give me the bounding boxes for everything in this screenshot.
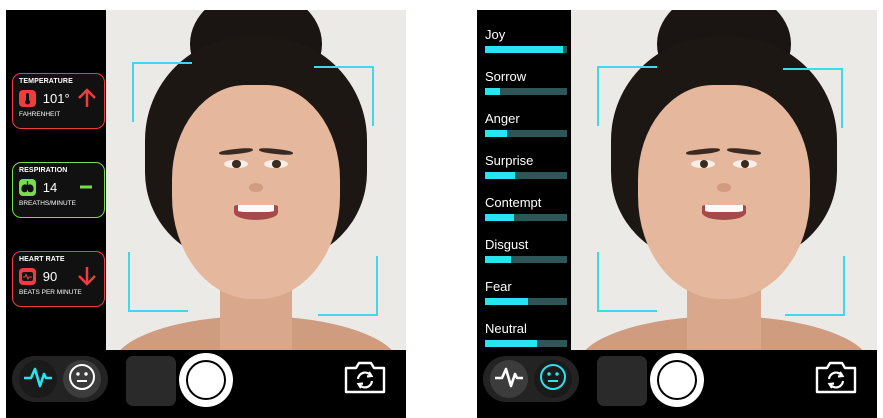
respiration-value: 14 [42,179,58,195]
emotion-bar-fill [485,298,529,305]
emotion-bar-track [485,172,567,179]
camera-preview [106,10,406,350]
heart-rate-value: 90 [42,268,58,284]
left-eyebrow [686,147,721,157]
emotion-bar-fill [485,46,563,53]
emotion-mode-button[interactable] [63,360,101,398]
respiration-unit: BREATHS/MINUTE [19,200,76,207]
heart-rate-unit: BEATS PER MINUTE [19,289,82,296]
emotion-list: Joy Sorrow Anger Surprise Contempt Disgu… [485,26,567,362]
mode-switch [12,356,108,402]
flip-camera-icon [343,359,387,400]
emotion-bar-fill [485,88,500,95]
vitals-mode-button[interactable] [19,360,57,398]
emotion-anger: Anger [485,110,567,152]
face-frame-corner-top-left [132,62,192,122]
face-frame-corner-top-left [597,66,657,126]
shutter-icon [186,360,226,400]
emotion-bar-track [485,88,567,95]
emotion-label: Surprise [485,153,534,168]
heartbeat-icon [494,366,524,393]
flip-camera-button[interactable] [342,359,388,399]
face-frame-corner-bottom-left [597,252,657,312]
emotion-joy: Joy [485,26,567,68]
face-frame-corner-top-right [783,68,843,128]
flip-camera-icon [814,359,858,400]
emotion-label: Joy [485,27,506,42]
face-frame-corner-top-right [314,66,374,126]
emotion-mode-button[interactable] [534,360,572,398]
emotion-label: Fear [485,279,512,294]
emotion-label: Contempt [485,195,542,210]
right-eye [264,159,288,169]
nose [249,183,263,192]
emotion-bar-fill [485,256,512,263]
emotion-sorrow: Sorrow [485,68,567,110]
camera-controls [6,350,406,418]
camera-controls [477,350,877,418]
neutral-face-icon [538,362,568,397]
gallery-thumbnail[interactable] [597,356,647,406]
face-frame-corner-bottom-right [785,256,845,316]
emotion-label: Neutral [485,321,527,336]
emotion-surprise: Surprise [485,152,567,194]
gallery-thumbnail[interactable] [126,356,176,406]
left-eye [224,159,248,169]
emotion-label: Sorrow [485,69,527,84]
emotion-bar-fill [485,214,514,221]
mode-switch [483,356,579,402]
right-eye [732,159,757,169]
emotion-bar-fill [485,130,508,137]
emotion-label: Anger [485,111,520,126]
emotion-bar-track [485,340,567,347]
emotion-bar-track [485,256,567,263]
emotion-label: Disgust [485,237,529,252]
temperature-card: TEMPERATURE 101° FAHRENHEIT [12,73,105,129]
face-frame-corner-bottom-left [128,252,188,312]
down-arrow-icon [76,265,98,287]
emotion-bar-track [485,298,567,305]
heart-monitor-icon [19,267,36,285]
respiration-title: RESPIRATION [19,167,68,174]
heart-rate-title: HEART RATE [19,256,65,263]
face-frame-corner-bottom-right [318,256,378,316]
vitals-mode-button[interactable] [490,360,528,398]
flip-camera-button[interactable] [813,359,859,399]
emotion-fear: Fear [485,278,567,320]
right-eyebrow [259,147,294,157]
temperature-value: 101° [42,90,70,106]
lungs-icon [19,178,36,196]
left-eyebrow [218,147,253,157]
left-eye [691,159,716,169]
heartbeat-icon [23,366,53,393]
emotion-disgust: Disgust [485,236,567,278]
neutral-face-icon [67,362,97,397]
mouth [701,204,747,220]
thermometer-icon [19,89,36,107]
emotion-bar-track [485,130,567,137]
capture-button[interactable] [650,353,704,407]
emotions-screen: Joy Sorrow Anger Surprise Contempt Disgu… [477,10,877,418]
nose [717,183,731,192]
heart-rate-card: HEART RATE 90 BEATS PER MINUTE [12,251,105,307]
vitals-screen: TEMPERATURE 101° FAHRENHEIT RESPIRATION … [6,10,406,418]
respiration-card: RESPIRATION 14 BREATHS/MINUTE [12,162,105,218]
temperature-title: TEMPERATURE [19,78,73,85]
emotion-bar-track [485,46,567,53]
shutter-icon [657,360,697,400]
dash-icon [76,176,98,198]
emotion-bar-fill [485,172,516,179]
temperature-unit: FAHRENHEIT [19,111,61,118]
emotion-bar-track [485,214,567,221]
camera-preview [571,10,877,350]
up-arrow-icon [76,87,98,109]
emotion-bar-fill [485,340,537,347]
emotion-contempt: Contempt [485,194,567,236]
right-eyebrow [727,147,762,157]
mouth [234,204,278,220]
capture-button[interactable] [179,353,233,407]
